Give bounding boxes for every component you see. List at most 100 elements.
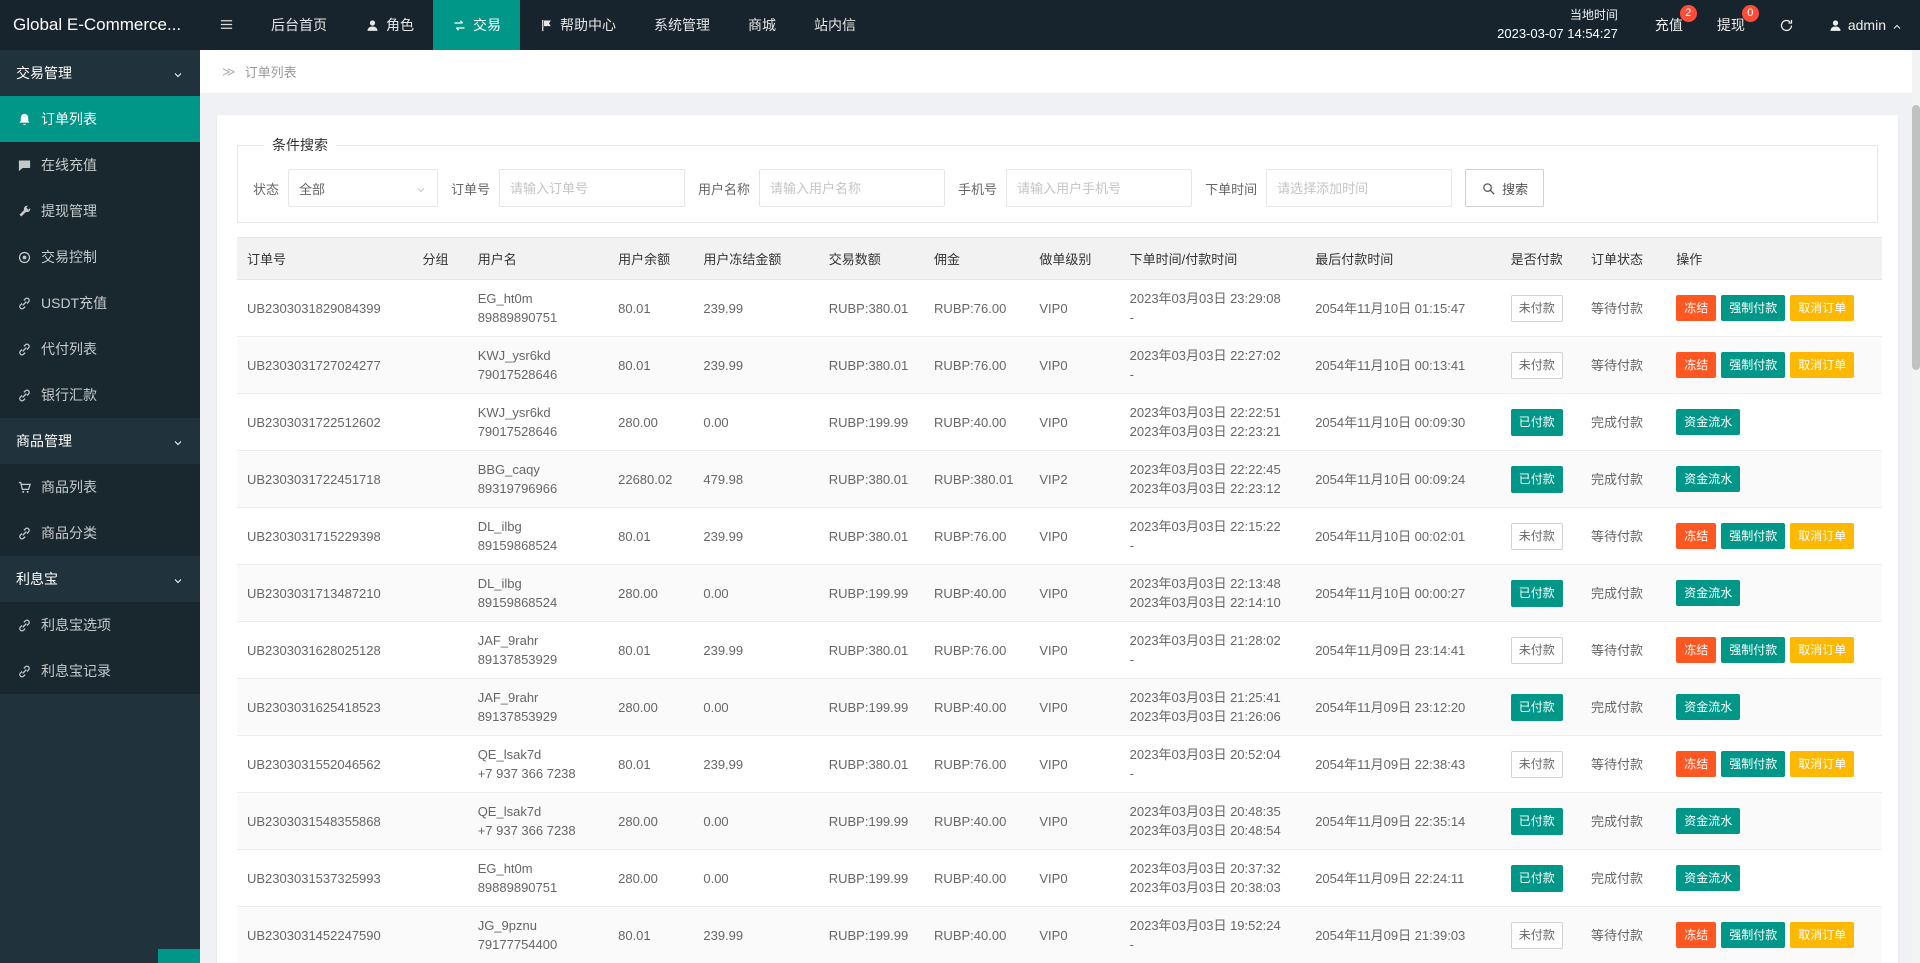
sidebar-item-1-1[interactable]: 商品分类 bbox=[0, 510, 200, 556]
balance-cell: 22680.02 bbox=[608, 451, 693, 508]
topnav-item-6[interactable]: 站内信 bbox=[795, 0, 875, 50]
order-pay-time-cell: 2023年03月03日 23:29:08- bbox=[1120, 280, 1306, 337]
actions-cell: 冻结强制付款取消订单 bbox=[1666, 907, 1882, 963]
level-cell: VIP0 bbox=[1029, 736, 1119, 793]
freeze-button[interactable]: 冻结 bbox=[1676, 352, 1716, 378]
refresh-icon bbox=[1779, 17, 1794, 33]
flow-button[interactable]: 资金流水 bbox=[1676, 409, 1740, 435]
local-time: 当地时间 2023-03-07 14:54:27 bbox=[1477, 6, 1638, 45]
search-button[interactable]: 搜索 bbox=[1465, 169, 1544, 207]
username-input[interactable] bbox=[759, 169, 945, 207]
topnav-item-0[interactable]: 后台首页 bbox=[252, 0, 346, 50]
frozen-amount-cell: 0.00 bbox=[693, 850, 818, 907]
force-pay-button[interactable]: 强制付款 bbox=[1721, 352, 1785, 378]
level-cell: VIP0 bbox=[1029, 679, 1119, 736]
order-status-cell: 完成付款 bbox=[1581, 679, 1666, 736]
topnav-item-1[interactable]: 角色 bbox=[346, 0, 433, 50]
chevron-down-icon bbox=[172, 65, 184, 81]
freeze-button[interactable]: 冻结 bbox=[1676, 922, 1716, 948]
flow-button[interactable]: 资金流水 bbox=[1676, 808, 1740, 834]
group-cell bbox=[413, 280, 468, 337]
order-pay-time-cell: 2023年03月03日 22:27:02- bbox=[1120, 337, 1306, 394]
paid-cell: 未付款 bbox=[1501, 508, 1581, 565]
order-pay-time-cell: 2023年03月03日 20:48:352023年03月03日 20:48:54 bbox=[1120, 793, 1306, 850]
bell-icon bbox=[17, 111, 32, 127]
topbar: Global E-Commerce... 后台首页角色交易帮助中心系统管理商城站… bbox=[0, 0, 1920, 50]
sidebar-item-label: 订单列表 bbox=[41, 109, 97, 129]
hamburger-button[interactable] bbox=[200, 0, 252, 50]
sidebar-item-0-5[interactable]: 代付列表 bbox=[0, 326, 200, 372]
group-cell bbox=[413, 679, 468, 736]
order-no-filter: 订单号 bbox=[451, 169, 685, 207]
sidebar-item-0-6[interactable]: 银行汇款 bbox=[0, 372, 200, 418]
wrench-icon bbox=[17, 203, 32, 219]
admin-menu[interactable]: admin bbox=[1811, 0, 1920, 50]
scrollbar-track[interactable] bbox=[1912, 50, 1920, 963]
topnav-item-4[interactable]: 系统管理 bbox=[635, 0, 729, 50]
topnav-item-5[interactable]: 商城 bbox=[729, 0, 795, 50]
level-cell: VIP0 bbox=[1029, 337, 1119, 394]
sidebar-group-1-header[interactable]: 商品管理 bbox=[0, 418, 200, 464]
actions-cell: 资金流水 bbox=[1666, 679, 1882, 736]
flow-button[interactable]: 资金流水 bbox=[1676, 694, 1740, 720]
status-select[interactable]: 全部 bbox=[288, 169, 438, 207]
sidebar-item-2-0[interactable]: 利息宝选项 bbox=[0, 602, 200, 648]
paid-cell: 未付款 bbox=[1501, 337, 1581, 394]
cancel-button[interactable]: 取消订单 bbox=[1790, 523, 1854, 549]
cancel-button[interactable]: 取消订单 bbox=[1790, 295, 1854, 321]
commission-cell: RUBP:40.00 bbox=[924, 679, 1029, 736]
recharge-label: 充值 bbox=[1655, 15, 1683, 35]
withdraw-label: 提现 bbox=[1717, 15, 1745, 35]
paid-status-badge: 已付款 bbox=[1511, 694, 1563, 721]
cancel-button[interactable]: 取消订单 bbox=[1790, 751, 1854, 777]
sidebar-item-0-1[interactable]: 在线充值 bbox=[0, 142, 200, 188]
column-header: 订单号 bbox=[237, 238, 413, 280]
freeze-button[interactable]: 冻结 bbox=[1676, 637, 1716, 663]
recharge-button[interactable]: 充值 2 bbox=[1638, 0, 1700, 50]
balance-cell: 80.01 bbox=[608, 622, 693, 679]
sidebar-item-2-1[interactable]: 利息宝记录 bbox=[0, 648, 200, 694]
order-time-input[interactable] bbox=[1266, 169, 1452, 207]
topnav-item-2[interactable]: 交易 bbox=[433, 0, 520, 50]
freeze-button[interactable]: 冻结 bbox=[1676, 295, 1716, 321]
cancel-button[interactable]: 取消订单 bbox=[1790, 922, 1854, 948]
sidebar-item-0-2[interactable]: 提现管理 bbox=[0, 188, 200, 234]
level-cell: VIP2 bbox=[1029, 451, 1119, 508]
phone-input[interactable] bbox=[1006, 169, 1192, 207]
order-no-cell: UB2303031548355868 bbox=[237, 793, 413, 850]
force-pay-button[interactable]: 强制付款 bbox=[1721, 637, 1785, 663]
search-filters: 状态 全部 订单号 用户名称 手机 bbox=[253, 169, 1862, 207]
table-row: UB2303031722451718BBG_caqy89319796966226… bbox=[237, 451, 1882, 508]
order-no-input[interactable] bbox=[499, 169, 685, 207]
flow-button[interactable]: 资金流水 bbox=[1676, 580, 1740, 606]
freeze-button[interactable]: 冻结 bbox=[1676, 523, 1716, 549]
sidebar-item-1-0[interactable]: 商品列表 bbox=[0, 464, 200, 510]
flow-button[interactable]: 资金流水 bbox=[1676, 466, 1740, 492]
refresh-button[interactable] bbox=[1762, 0, 1811, 50]
order-no-cell: UB2303031713487210 bbox=[237, 565, 413, 622]
force-pay-button[interactable]: 强制付款 bbox=[1721, 922, 1785, 948]
topnav-item-3[interactable]: 帮助中心 bbox=[520, 0, 635, 50]
force-pay-button[interactable]: 强制付款 bbox=[1721, 751, 1785, 777]
main-area: ≫ 订单列表 条件搜索 状态 全部 订单号 bbox=[200, 50, 1920, 963]
sidebar-item-label: 代付列表 bbox=[41, 339, 97, 359]
table-row: UB2303031727024277KWJ_ysr6kd790175286468… bbox=[237, 337, 1882, 394]
last-pay-time-cell: 2054年11月10日 01:15:47 bbox=[1305, 280, 1501, 337]
force-pay-button[interactable]: 强制付款 bbox=[1721, 523, 1785, 549]
flow-button[interactable]: 资金流水 bbox=[1676, 865, 1740, 891]
sidebar-group-0-header[interactable]: 交易管理 bbox=[0, 50, 200, 96]
sidebar-item-0-4[interactable]: USDT充值 bbox=[0, 280, 200, 326]
sidebar-item-0-0[interactable]: 订单列表 bbox=[0, 96, 200, 142]
level-cell: VIP0 bbox=[1029, 622, 1119, 679]
cancel-button[interactable]: 取消订单 bbox=[1790, 637, 1854, 663]
freeze-button[interactable]: 冻结 bbox=[1676, 751, 1716, 777]
last-pay-time-cell: 2054年11月09日 21:39:03 bbox=[1305, 907, 1501, 963]
scrollbar-thumb[interactable] bbox=[1912, 105, 1920, 370]
force-pay-button[interactable]: 强制付款 bbox=[1721, 295, 1785, 321]
cancel-button[interactable]: 取消订单 bbox=[1790, 352, 1854, 378]
withdraw-button[interactable]: 提现 0 bbox=[1700, 0, 1762, 50]
sidebar-group-2-header[interactable]: 利息宝 bbox=[0, 556, 200, 602]
last-pay-time-cell: 2054年11月09日 22:38:43 bbox=[1305, 736, 1501, 793]
last-pay-time-cell: 2054年11月09日 23:12:20 bbox=[1305, 679, 1501, 736]
sidebar-item-0-3[interactable]: 交易控制 bbox=[0, 234, 200, 280]
